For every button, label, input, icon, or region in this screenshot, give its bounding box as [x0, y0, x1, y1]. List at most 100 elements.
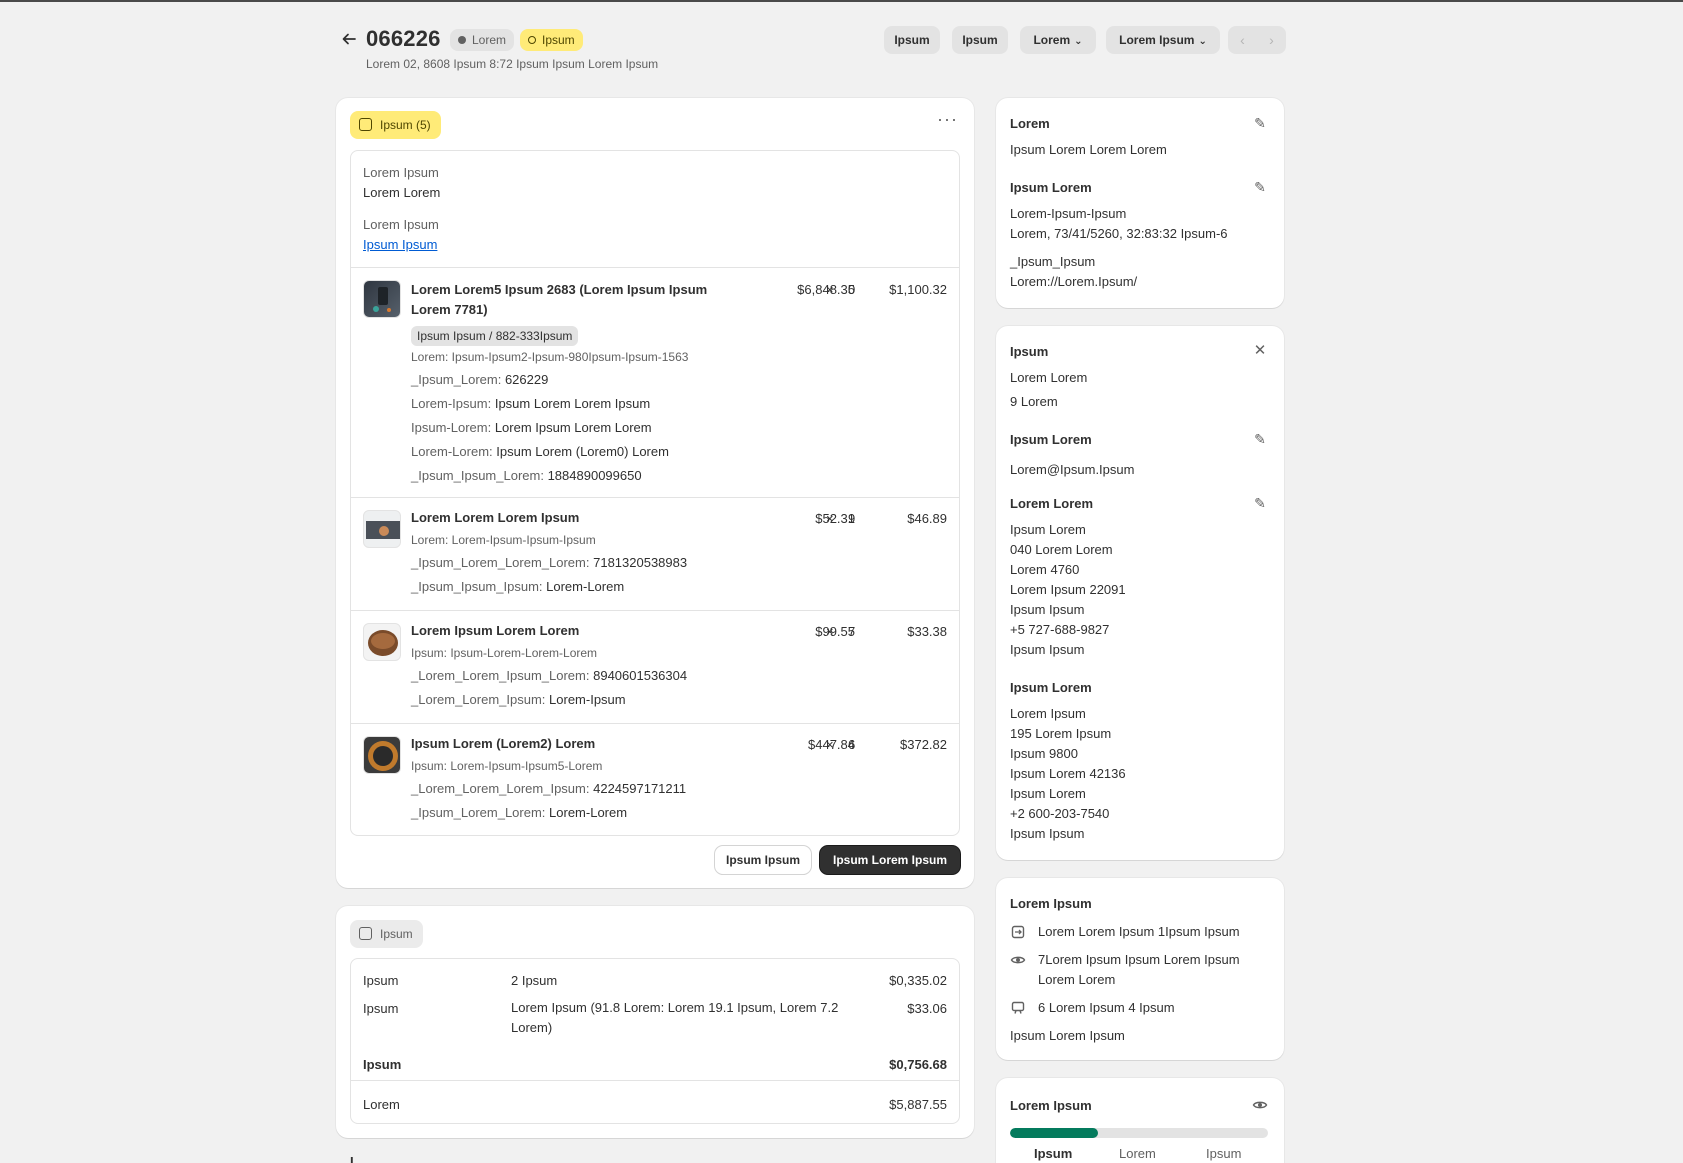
edit-pencil-icon[interactable]: ✎ — [1252, 495, 1268, 511]
line-total: $1,100.32 — [889, 282, 947, 297]
edit-pencil-icon[interactable]: ✎ — [1252, 115, 1268, 131]
order-pager: ‹ › — [1228, 26, 1286, 54]
field-label: Lorem Ipsum — [363, 217, 439, 232]
conversion-line: 6 Lorem Ipsum 4 Ipsum — [1038, 1000, 1175, 1015]
product-thumbnail[interactable] — [363, 736, 401, 774]
summary-desc: Lorem Ipsum (91.8 Lorem: Lorem 19.1 Ipsu… — [511, 1000, 839, 1035]
customer-name-link[interactable]: Lorem Lorem — [1010, 368, 1087, 388]
phone-link[interactable]: +2 600-203-7540 — [1010, 804, 1109, 824]
shipping-address-title: Lorem Lorem — [1010, 496, 1094, 511]
product-name-link[interactable]: Lorem Lorem Lorem Ipsum — [411, 508, 711, 528]
property-value: 626229 — [504, 372, 549, 387]
risk-progress-bar — [1010, 1128, 1268, 1138]
line-total: $33.38 — [907, 624, 947, 639]
risk-level-low: Ipsum — [1034, 1146, 1073, 1161]
attribute-key: _Ipsum_Ipsum — [1010, 254, 1096, 269]
badge-label: Ipsum — [542, 33, 575, 47]
line-item: Lorem Ipsum Lorem Lorem $99.55 × 7 $33.3… — [351, 610, 959, 723]
quantity: 7 — [848, 624, 856, 639]
dropdown-label: Lorem — [1033, 33, 1071, 47]
times-symbol: × — [826, 511, 834, 526]
view-map-link[interactable]: Ipsum Ipsum — [1010, 824, 1084, 844]
secondary-action-button[interactable]: Ipsum Ipsum — [715, 846, 811, 874]
header-button-2[interactable]: Ipsum — [952, 26, 1008, 54]
summary-label: Ipsum — [363, 973, 399, 988]
product-name-link[interactable]: Lorem Lorem5 Ipsum 2683 (Lorem Ipsum Ips… — [411, 280, 711, 320]
next-section-title: L — [350, 1154, 358, 1163]
address-line: Ipsum Lorem — [1010, 786, 1086, 801]
edit-pencil-icon[interactable]: ✎ — [1252, 431, 1268, 447]
product-name-link[interactable]: Ipsum Lorem (Lorem2) Lorem — [411, 734, 711, 754]
line-item: Ipsum Lorem (Lorem2) Lorem $447.84 × 6 $… — [351, 723, 959, 836]
customer-title: Ipsum — [1010, 344, 1049, 359]
fulfillment-status-pill: Ipsum (5) — [350, 111, 441, 139]
pill-label: Ipsum — [380, 927, 413, 941]
line-items-box: Lorem Ipsum Lorem Lorem Lorem Ipsum Ipsu… — [350, 150, 960, 836]
quantity: 9 — [848, 511, 856, 526]
return-orders-icon — [1010, 924, 1026, 940]
item-property: _Lorem_Lorem_Lorem_Ipsum: 4224597171211 — [411, 781, 686, 796]
attribute-value: Lorem, 73/41/5260, 32:83:32 Ipsum-6 — [1010, 226, 1228, 241]
variant-tag: Ipsum Ipsum / 882-333Ipsum — [411, 326, 579, 346]
package-icon — [359, 118, 372, 131]
address-line: Ipsum Lorem — [1010, 522, 1086, 537]
line-total: $46.89 — [907, 511, 947, 526]
address-line: Ipsum 9800 — [1010, 746, 1078, 761]
back-arrow-icon[interactable] — [340, 30, 358, 48]
payment-status-badge: Lorem — [450, 29, 515, 51]
summary-amount: $33.06 — [907, 1001, 947, 1016]
product-name-link[interactable]: Lorem Ipsum Lorem Lorem — [411, 621, 711, 641]
fulfillment-status-badge: Ipsum — [520, 29, 583, 51]
conversion-line: Lorem Lorem Ipsum 1Ipsum Ipsum — [1038, 924, 1240, 939]
product-thumbnail[interactable] — [363, 623, 401, 661]
property-value: Ipsum Lorem Lorem Ipsum — [494, 396, 651, 411]
risk-progress-fill — [1010, 1128, 1098, 1138]
view-map-link[interactable]: Ipsum Ipsum — [1010, 640, 1084, 660]
close-icon[interactable]: ✕ — [1252, 343, 1268, 359]
receipt-icon — [359, 927, 372, 940]
attribute-key: Lorem-Ipsum-Ipsum — [1010, 206, 1127, 221]
header-dropdown-1[interactable]: Lorem ⌄ — [1020, 26, 1096, 54]
address-line: Ipsum Lorem 42136 — [1010, 766, 1126, 781]
notes-card: Lorem ✎ Ipsum Lorem Lorem Lorem Ipsum Lo… — [996, 98, 1284, 308]
summary-desc: 2 Ipsum — [511, 973, 558, 988]
primary-action-button[interactable]: Ipsum Lorem Ipsum — [820, 846, 960, 874]
property-value: Lorem-Ipsum — [549, 692, 626, 707]
chevron-down-icon: ⌄ — [1074, 36, 1083, 47]
badge-label: Lorem — [472, 33, 507, 47]
customer-card: Ipsum ✕ Lorem Lorem 9 Lorem Ipsum Lorem … — [996, 326, 1284, 860]
item-property: Ipsum-Lorem: Lorem Ipsum Lorem Lorem — [411, 420, 652, 435]
summary-amount: $0,335.02 — [889, 973, 947, 988]
email-link[interactable]: Lorem@Ipsum.Ipsum — [1010, 460, 1134, 480]
address-line: 195 Lorem Ipsum — [1010, 726, 1112, 741]
header-dropdown-2[interactable]: Lorem Ipsum ⌄ — [1106, 26, 1220, 54]
tracking-link[interactable]: Ipsum Ipsum — [363, 237, 437, 252]
summary-label: Ipsum — [363, 1001, 399, 1016]
item-property: _Ipsum_Lorem: 626229 — [411, 372, 548, 387]
summary-amount: $5,887.55 — [889, 1097, 947, 1112]
phone-link[interactable]: +5 727-688-9827 — [1010, 620, 1109, 640]
more-actions-icon[interactable]: ··· — [937, 110, 958, 128]
conversion-card: Lorem Ipsum Lorem Lorem Ipsum 1Ipsum Ips… — [996, 878, 1284, 1060]
product-thumbnail[interactable] — [363, 280, 401, 318]
line-item: Lorem Lorem Lorem Ipsum $52.31 × 9 $46.8… — [351, 497, 959, 610]
address-line: Ipsum Ipsum — [1010, 602, 1085, 617]
previous-order-icon[interactable]: ‹ — [1228, 26, 1257, 54]
item-property: _Ipsum_Lorem_Lorem_Lorem: 7181320538983 — [411, 555, 687, 570]
chevron-down-icon: ⌄ — [1198, 36, 1207, 47]
sku: Ipsum: Ipsum-Lorem-Lorem-Lorem — [411, 646, 598, 660]
property-key: _Lorem_Lorem_Ipsum: — [411, 692, 546, 707]
header-button-1[interactable]: Ipsum — [884, 26, 940, 54]
property-key: Ipsum-Lorem: — [411, 420, 492, 435]
eye-icon[interactable] — [1252, 1097, 1268, 1113]
next-order-icon[interactable]: › — [1257, 26, 1286, 54]
times-symbol: × — [826, 624, 834, 639]
edit-pencil-icon[interactable]: ✎ — [1252, 179, 1268, 195]
property-key: Lorem-Lorem: — [411, 444, 493, 459]
conversion-details-link[interactable]: Ipsum Lorem Ipsum — [1010, 1026, 1125, 1046]
product-thumbnail[interactable] — [363, 510, 401, 548]
eye-icon — [1010, 952, 1026, 968]
quantity: 6 — [848, 737, 856, 752]
item-property: _Ipsum_Ipsum_Ipsum: Lorem-Lorem — [411, 579, 624, 594]
customer-orders-link[interactable]: 9 Lorem — [1010, 392, 1058, 412]
